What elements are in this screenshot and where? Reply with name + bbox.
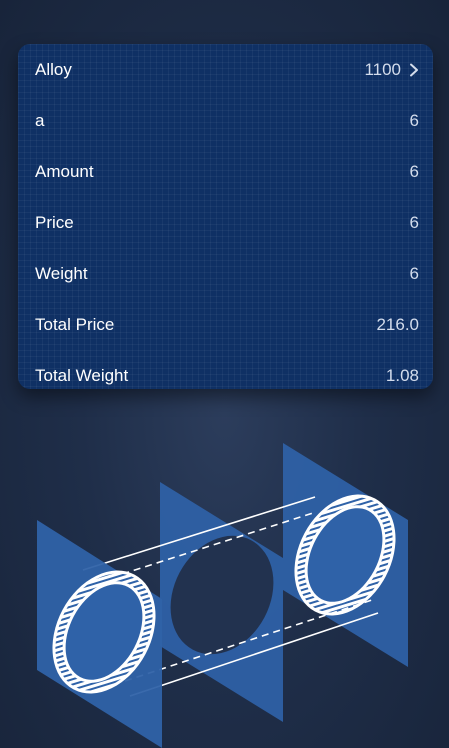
alloy-label: Alloy [35, 59, 72, 79]
total-price-label: Total Price [35, 314, 115, 334]
weight-label: Weight [35, 263, 88, 283]
weight-row: Weight 6 [18, 248, 433, 299]
total-weight-value: 1.08 [385, 365, 419, 385]
price-label: Price [35, 212, 74, 232]
amount-value: 6 [409, 161, 419, 181]
alloy-row[interactable]: Alloy 1100 [18, 44, 433, 95]
price-row: Price 6 [18, 197, 433, 248]
total-weight-row: Total Weight 1.08 [18, 350, 433, 389]
total-price-row: Total Price 216.0 [18, 299, 433, 350]
results-card: Alloy 1100 a 6 Amount 6 Price 6 Weight 6… [18, 44, 433, 389]
amount-label: Amount [35, 161, 94, 181]
chevron-right-icon [410, 63, 418, 76]
price-value: 6 [409, 212, 419, 232]
alloy-value-text: 1100 [364, 59, 401, 79]
total-price-value: 216.0 [376, 314, 419, 334]
a-row: a 6 [18, 95, 433, 146]
tube-cross-section-illustration [37, 443, 408, 748]
a-value: 6 [409, 110, 419, 130]
weight-value: 6 [409, 263, 419, 283]
a-label: a [35, 110, 45, 130]
alloy-value[interactable]: 1100 [364, 60, 419, 80]
total-weight-label: Total Weight [35, 365, 129, 385]
amount-row: Amount 6 [18, 146, 433, 197]
